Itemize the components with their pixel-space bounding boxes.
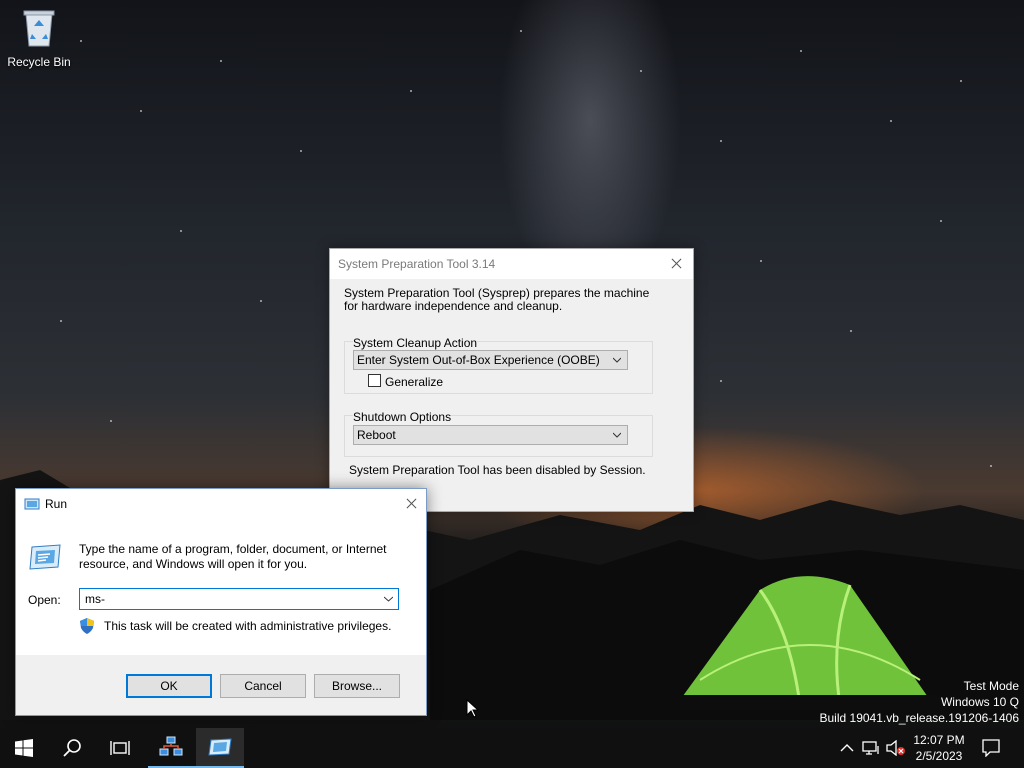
task-view-icon (110, 741, 130, 755)
watermark-line-3: Build 19041.vb_release.191206-1406 (819, 711, 1020, 725)
chevron-down-icon (613, 432, 621, 438)
windows-logo-icon (15, 739, 33, 757)
open-input-value: ms- (85, 592, 105, 606)
watermark-line-1: Test Mode (963, 679, 1019, 693)
clock-time: 12:07 PM (913, 733, 965, 747)
cleanup-action-group: System Cleanup Action Enter System Out-o… (344, 336, 653, 394)
clock-date: 2/5/2023 (915, 749, 963, 763)
run-program-icon (29, 544, 61, 570)
taskbar-app-run[interactable] (196, 728, 244, 768)
test-mode-watermark: Test Mode Windows 10 Q Build 19041.vb_re… (820, 678, 1020, 726)
network-icon[interactable] (862, 740, 880, 756)
sysprep-status-text: System Preparation Tool has been disable… (349, 463, 646, 477)
run-description: Type the name of a program, folder, docu… (79, 542, 387, 571)
desktop-icon-label: Recycle Bin (7, 55, 71, 69)
notification-center-icon[interactable] (982, 739, 1000, 757)
sysprep-window: System Preparation Tool 3.14 System Prep… (329, 248, 694, 512)
task-view-button[interactable] (96, 728, 144, 768)
watermark-line-2: Windows 10 Q (940, 695, 1019, 709)
chevron-down-icon (613, 357, 621, 363)
shutdown-options-group: Shutdown Options Reboot (344, 410, 653, 457)
run-app-icon (24, 498, 40, 510)
taskbar-app-network[interactable] (148, 728, 196, 768)
recycle-bin-icon (23, 10, 55, 47)
chevron-up-icon[interactable] (840, 741, 854, 755)
sysprep-description: System Preparation Tool (Sysprep) prepar… (344, 286, 650, 313)
browse-button[interactable]: Browse... (314, 674, 400, 698)
start-button[interactable] (0, 728, 48, 768)
cleanup-action-value: Enter System Out-of-Box Experience (OOBE… (357, 353, 600, 367)
desktop-icon-recycle-bin[interactable]: Recycle Bin (6, 6, 72, 69)
close-icon[interactable] (659, 249, 693, 279)
shutdown-options-select[interactable]: Reboot (353, 425, 628, 445)
open-combobox-input[interactable]: ms- (79, 588, 399, 610)
shutdown-group-label: Shutdown Options (353, 410, 452, 424)
volume-muted-icon[interactable] (886, 740, 906, 756)
generalize-label: Generalize (385, 375, 444, 389)
open-label: Open: (28, 593, 61, 607)
taskbar: 12:07 PM 2/5/2023 (0, 728, 1024, 768)
network-app-icon (159, 736, 183, 756)
mouse-cursor-icon (466, 699, 480, 718)
sysprep-titlebar[interactable]: System Preparation Tool 3.14 (330, 249, 693, 279)
search-button[interactable] (48, 728, 96, 768)
search-icon (63, 739, 81, 757)
admin-privileges-note: This task will be created with administr… (104, 619, 392, 633)
generalize-checkbox[interactable] (368, 374, 381, 387)
run-dialog: Run Type the name of a program, folder, … (15, 488, 427, 716)
sysprep-title: System Preparation Tool 3.14 (338, 257, 496, 271)
chevron-down-icon[interactable] (384, 595, 393, 603)
run-titlebar[interactable]: Run (16, 489, 426, 519)
taskbar-clock[interactable]: 12:07 PM 2/5/2023 (907, 732, 971, 764)
cancel-button[interactable]: Cancel (220, 674, 306, 698)
run-app-icon (208, 738, 232, 756)
cleanup-group-label: System Cleanup Action (353, 336, 478, 350)
shutdown-option-value: Reboot (357, 428, 396, 442)
cleanup-action-select[interactable]: Enter System Out-of-Box Experience (OOBE… (353, 350, 628, 370)
close-icon[interactable] (394, 489, 426, 519)
run-title: Run (45, 497, 68, 511)
ok-button[interactable]: OK (126, 674, 212, 698)
uac-shield-icon (80, 618, 94, 634)
